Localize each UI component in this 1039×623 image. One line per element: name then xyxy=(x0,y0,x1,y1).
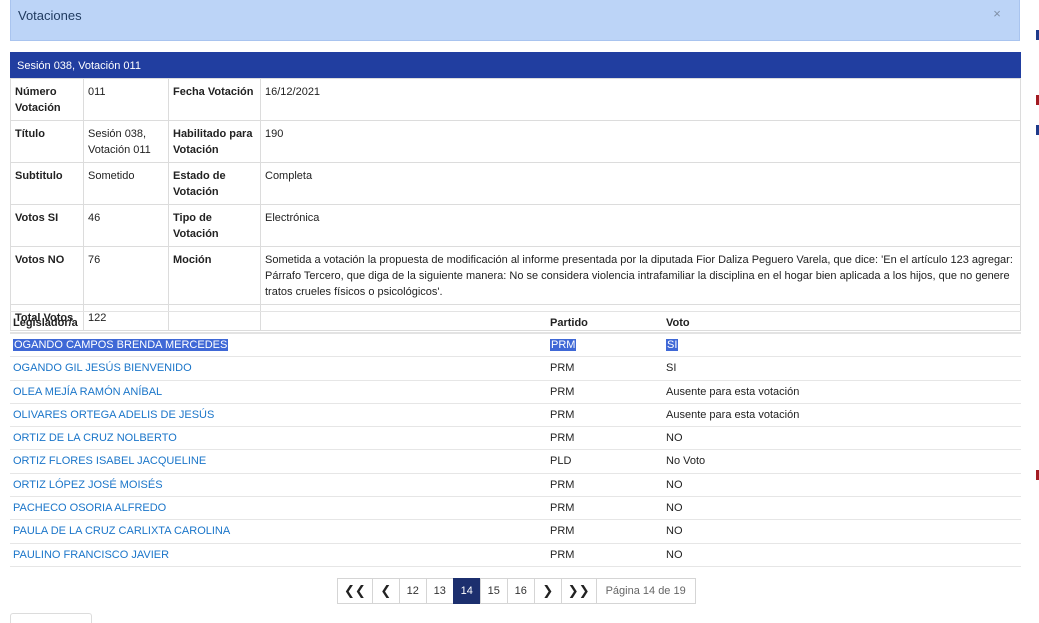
vote-cell: No Voto xyxy=(666,455,706,468)
table-row: OLIVARES ORTEGA ADELIS DE JESÚS PRM Ause… xyxy=(10,404,1021,428)
estado-value: Completa xyxy=(260,162,1021,205)
titulo-value: Sesión 038, Votación 011 xyxy=(83,120,169,163)
legislator-link[interactable]: OGANDO CAMPOS BRENDA MERCEDES xyxy=(13,339,229,351)
vote-cell: NO xyxy=(666,525,683,538)
footer-button[interactable] xyxy=(10,613,92,623)
vote-cell: NO xyxy=(666,478,683,491)
tipo-label: Tipo de Votación xyxy=(168,204,261,247)
prev-page-button[interactable]: ❮ xyxy=(371,578,400,604)
habilitado-label: Habilitado para Votación xyxy=(168,120,261,163)
table-row: ORTIZ FLORES ISABEL JACQUELINE PLD No Vo… xyxy=(10,450,1021,474)
habilitado-value: 190 xyxy=(260,120,1021,163)
table-row: PAULA DE LA CRUZ CARLIXTA CAROLINA PRM N… xyxy=(10,520,1021,544)
table-row: PACHECO OSORIA ALFREDO PRM NO xyxy=(10,497,1021,521)
modal-header: Votaciones × xyxy=(10,0,1020,41)
party-cell: PRM xyxy=(550,385,575,398)
party-cell: PRM xyxy=(550,432,575,445)
vote-cell: NO xyxy=(666,432,683,445)
close-icon[interactable]: × xyxy=(990,6,1004,21)
table-row: ORTIZ DE LA CRUZ NOLBERTO PRM NO xyxy=(10,427,1021,451)
legislator-link[interactable]: ORTIZ DE LA CRUZ NOLBERTO xyxy=(13,432,177,444)
mocion-label: Moción xyxy=(168,246,261,305)
legislator-link[interactable]: ORTIZ LÓPEZ JOSÉ MOISÉS xyxy=(13,479,163,491)
party-cell: PLD xyxy=(550,455,572,468)
votaciones-modal: Votaciones × Sesión 038, Votación 011 Nú… xyxy=(0,0,1033,623)
table-row: ORTIZ LÓPEZ JOSÉ MOISÉS PRM NO xyxy=(10,474,1021,498)
vote-cell: NO xyxy=(666,548,683,561)
list-header: Legislador/a Partido Voto xyxy=(10,311,1021,334)
pagination: ❮❮ ❮ 12 13 14 15 16 ❯ ❯❯ Página 14 de 19 xyxy=(337,578,696,604)
tipo-value: Electrónica xyxy=(260,204,1021,247)
party-cell: PRM xyxy=(550,362,575,375)
table-row: OGANDO GIL JESÚS BIENVENIDO PRM SI xyxy=(10,357,1021,381)
subtitulo-label: Subtitulo xyxy=(10,162,84,205)
header-voto: Voto xyxy=(666,317,690,329)
header-partido: Partido xyxy=(550,317,588,329)
votos-si-label: Votos SI xyxy=(10,204,84,247)
subtitulo-value: Sometido xyxy=(83,162,169,205)
modal-title: Votaciones xyxy=(18,8,82,23)
header-legislador: Legislador/a xyxy=(13,317,78,329)
party-cell: PRM xyxy=(550,548,575,561)
legislators-list: Legislador/a Partido Voto OGANDO CAMPOS … xyxy=(10,311,1021,567)
mocion-value: Sometida a votación la propuesta de modi… xyxy=(260,246,1021,305)
party-cell: PRM xyxy=(550,502,575,515)
first-page-button[interactable]: ❮❮ xyxy=(337,578,373,604)
table-row: PAULINO FRANCISCO JAVIER PRM NO xyxy=(10,544,1021,567)
titulo-label: Título xyxy=(10,120,84,163)
numero-label: Número Votación xyxy=(10,78,84,121)
legislator-link[interactable]: OGANDO GIL JESÚS BIENVENIDO xyxy=(13,362,192,374)
page-12-button[interactable]: 12 xyxy=(398,578,427,604)
vote-cell: Ausente para esta votación xyxy=(666,408,800,421)
legislator-link[interactable]: PAULINO FRANCISCO JAVIER xyxy=(13,549,169,561)
last-page-button[interactable]: ❯❯ xyxy=(560,578,597,604)
legislator-link[interactable]: OLEA MEJÍA RAMÓN ANÍBAL xyxy=(13,386,162,398)
votos-si-value: 46 xyxy=(83,204,169,247)
session-title-bar: Sesión 038, Votación 011 xyxy=(10,52,1021,78)
fecha-value: 16/12/2021 xyxy=(260,78,1021,121)
page-info: Página 14 de 19 xyxy=(595,578,696,604)
legislator-link[interactable]: PAULA DE LA CRUZ CARLIXTA CAROLINA xyxy=(13,525,230,537)
page-16-button[interactable]: 16 xyxy=(506,578,535,604)
page-15-button[interactable]: 15 xyxy=(479,578,508,604)
estado-label: Estado de Votación xyxy=(168,162,261,205)
next-page-button[interactable]: ❯ xyxy=(533,578,562,604)
numero-value: 011 xyxy=(83,78,169,121)
table-row: OGANDO CAMPOS BRENDA MERCEDES PRM SI xyxy=(10,334,1021,358)
party-cell: PRM xyxy=(550,339,577,351)
party-cell: PRM xyxy=(550,525,575,538)
party-cell: PRM xyxy=(550,408,575,421)
legislator-link[interactable]: ORTIZ FLORES ISABEL JACQUELINE xyxy=(13,455,206,467)
legislator-link[interactable]: PACHECO OSORIA ALFREDO xyxy=(13,502,166,514)
page-13-button[interactable]: 13 xyxy=(425,578,454,604)
vote-cell: NO xyxy=(666,502,683,515)
background-edge xyxy=(1035,0,1039,618)
vote-cell: SI xyxy=(666,339,679,351)
page-14-button[interactable]: 14 xyxy=(452,578,481,604)
legislator-link[interactable]: OLIVARES ORTEGA ADELIS DE JESÚS xyxy=(13,409,214,421)
vote-cell: SI xyxy=(666,362,677,375)
table-row: OLEA MEJÍA RAMÓN ANÍBAL PRM Ausente para… xyxy=(10,381,1021,404)
votos-no-value: 76 xyxy=(83,246,169,305)
vote-cell: Ausente para esta votación xyxy=(666,385,800,398)
party-cell: PRM xyxy=(550,478,575,491)
votos-no-label: Votos NO xyxy=(10,246,84,305)
fecha-label: Fecha Votación xyxy=(168,78,261,121)
vote-info-table: Número Votación 011 Fecha Votación 16/12… xyxy=(10,78,1021,331)
